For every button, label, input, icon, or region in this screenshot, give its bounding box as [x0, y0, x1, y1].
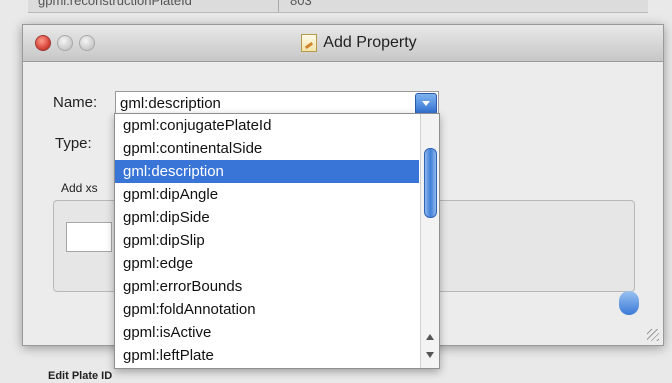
- scroll-down-arrow-icon[interactable]: [426, 352, 434, 358]
- dropdown-item[interactable]: gpml:isActive: [115, 321, 419, 344]
- background-table-row: gpml:reconstructionPlateId 803: [28, 0, 648, 13]
- dropdown-items: gpml:conjugatePlateId gpml:continentalSi…: [115, 114, 419, 367]
- title-bar: Add Property: [23, 25, 663, 62]
- name-dropdown-list: gpml:conjugatePlateId gpml:continentalSi…: [114, 113, 440, 369]
- type-label: Type:: [55, 135, 92, 152]
- dropdown-item-selected[interactable]: gml:description: [115, 160, 419, 183]
- edit-plate-id-label: Edit Plate ID: [48, 370, 113, 382]
- name-combobox-value: gml:description: [120, 95, 221, 112]
- dropdown-scrollbar[interactable]: [420, 114, 439, 368]
- dropdown-item[interactable]: gpml:edge: [115, 252, 419, 275]
- chevron-down-icon[interactable]: [415, 93, 437, 115]
- add-xs-input[interactable]: [66, 222, 112, 252]
- dropdown-item[interactable]: gpml:dipSlip: [115, 229, 419, 252]
- column-divider: [278, 0, 279, 12]
- add-xs-label: Add xs: [61, 181, 98, 195]
- dropdown-item[interactable]: gpml:dipAngle: [115, 183, 419, 206]
- dropdown-item[interactable]: gpml:leftPlate: [115, 344, 419, 367]
- dropdown-item[interactable]: gpml:errorBounds: [115, 275, 419, 298]
- name-label: Name:: [53, 94, 98, 111]
- scrollbar-thumb[interactable]: [424, 148, 437, 218]
- dropdown-item[interactable]: gpml:foldAnnotation: [115, 298, 419, 321]
- background-row-value: 803: [290, 0, 312, 8]
- resize-grip-icon[interactable]: [647, 329, 659, 341]
- dialog-title: Add Property: [323, 34, 417, 51]
- title-group: Add Property: [301, 25, 417, 61]
- scroll-up-arrow-icon[interactable]: [426, 334, 434, 340]
- dropdown-item[interactable]: gpml:conjugatePlateId: [115, 114, 419, 137]
- dropdown-item[interactable]: gpml:continentalSide: [115, 137, 419, 160]
- round-action-button[interactable]: [619, 291, 639, 315]
- document-edit-icon: [301, 34, 318, 52]
- dropdown-item[interactable]: gpml:dipSide: [115, 206, 419, 229]
- title-container: Add Property: [23, 25, 663, 61]
- background-row-property: gpml:reconstructionPlateId: [38, 0, 192, 8]
